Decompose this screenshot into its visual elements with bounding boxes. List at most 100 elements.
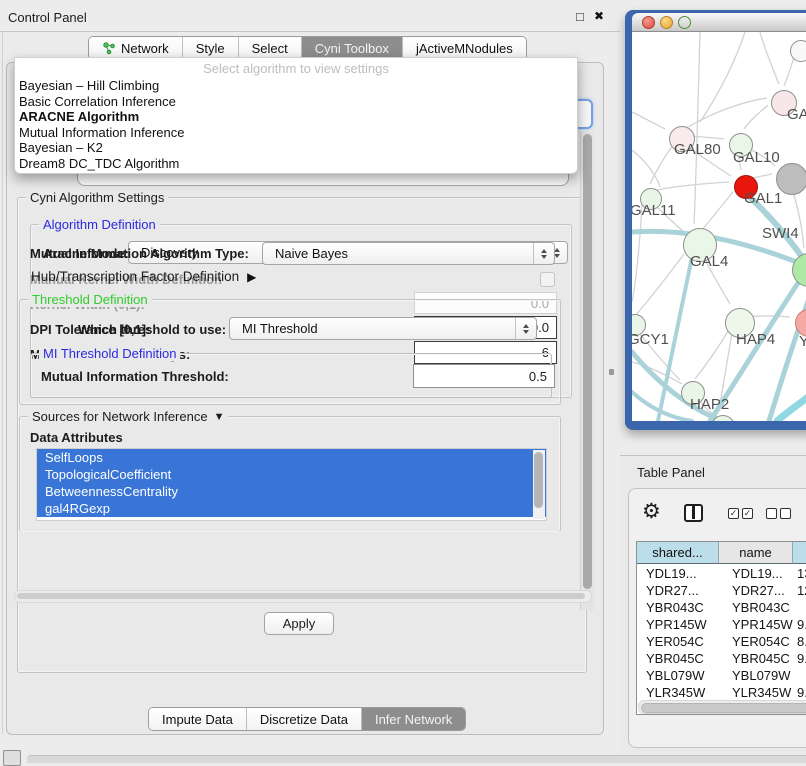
- node-table: shared... name YDL19... YDL19... 13 YDR2…: [636, 541, 806, 715]
- splitter-handle[interactable]: [609, 369, 614, 375]
- sources-title-row[interactable]: Sources for Network Inference ▼: [28, 409, 228, 424]
- hub-definition-row[interactable]: Hub/Transcription Factor Definition ▶: [31, 269, 256, 284]
- algorithm-option[interactable]: Bayesian – K2: [15, 140, 577, 156]
- left-edge-line: [2, 32, 3, 734]
- mi-threshold-field[interactable]: 0.5: [413, 364, 555, 388]
- algorithm-dropdown-popup: Select algorithm to view settings Bayesi…: [14, 57, 578, 174]
- list-item[interactable]: TopologicalCoefficient: [37, 466, 546, 483]
- tab-network-label: Network: [121, 41, 169, 56]
- table-row[interactable]: YDL19... YDL19... 13: [637, 565, 806, 582]
- threshold-definition-title: Threshold Definition: [28, 292, 152, 307]
- table-panel-title: Table Panel: [637, 465, 705, 480]
- algorithm-option[interactable]: Basic Correlation Inference: [15, 94, 577, 110]
- checked-columns-icon[interactable]: ✓✓: [728, 508, 753, 519]
- tab-discretize-data[interactable]: Discretize Data: [246, 708, 361, 730]
- which-threshold-label: Which threshold to use:: [78, 322, 226, 337]
- mi-threshold-label: Mutual Information Threshold:: [41, 369, 229, 384]
- mi-type-combo[interactable]: Naive Bayes: [262, 242, 555, 265]
- cyni-settings-title: Cyni Algorithm Settings: [26, 190, 168, 205]
- node-label: Y: [799, 333, 806, 350]
- node-label: GAL11: [632, 202, 676, 219]
- stepper-icon: [533, 243, 554, 264]
- mi-threshold-group: MI Threshold Definition Mutual Informati…: [30, 353, 552, 398]
- manual-kernel-checkbox[interactable]: [540, 272, 555, 287]
- tab-select[interactable]: Select: [238, 37, 301, 59]
- algorithm-option[interactable]: Dream8 DC_TDC Algorithm: [15, 156, 577, 172]
- table-panel-body: ⚙ ✓✓ shared... name: [628, 488, 806, 748]
- split-panel-icon[interactable]: [684, 504, 703, 522]
- node-label: GAL80: [674, 141, 721, 158]
- tab-impute-data[interactable]: Impute Data: [149, 708, 246, 730]
- column-header-shared[interactable]: shared...: [637, 542, 719, 564]
- tab-network[interactable]: Network: [89, 37, 182, 59]
- network-view-window: GAL GAL80 GAL10 GAL1 GAL11 SWI4 GAL4 GCY…: [625, 10, 806, 430]
- control-panel-titlebar: Control Panel □ ✖: [0, 6, 620, 32]
- data-attributes-label: Data Attributes: [30, 430, 123, 445]
- table-row[interactable]: YLR345W YLR345W 9.: [637, 684, 806, 701]
- tab-style[interactable]: Style: [182, 37, 238, 59]
- table-panel-section: Table Panel ⚙ ✓✓ shared... nam: [620, 455, 806, 763]
- table-row[interactable]: YBR043C YBR043C: [637, 599, 806, 616]
- algorithm-option[interactable]: Bayesian – Hill Climbing: [15, 78, 577, 94]
- sources-title: Sources for Network Inference: [32, 409, 208, 424]
- tab-jactivemnodules[interactable]: jActiveMNodules: [402, 37, 526, 59]
- close-traffic-light[interactable]: [642, 16, 655, 29]
- algorithm-option[interactable]: Mutual Information Inference: [15, 125, 577, 141]
- hub-definition-label: Hub/Transcription Factor Definition: [31, 269, 239, 284]
- stepper-icon: [515, 318, 536, 339]
- which-threshold-combo[interactable]: MI Threshold: [229, 317, 537, 340]
- table-rows: YDL19... YDL19... 13 YDR27... YDR27... 1…: [637, 565, 806, 715]
- bottom-left-box[interactable]: [3, 750, 21, 766]
- panel-title: Control Panel: [8, 10, 87, 25]
- mi-type-value: Naive Bayes: [275, 246, 348, 261]
- list-item[interactable]: gal4RGexp: [37, 500, 546, 517]
- node-label: HAP4: [736, 331, 775, 348]
- unchecked-columns-icon[interactable]: [766, 508, 791, 519]
- apply-button-label: Apply: [283, 616, 316, 631]
- mi-type-label: Mutual Information Algorithm Type:: [30, 246, 249, 261]
- algorithm-placeholder: Select algorithm to view settings: [15, 58, 577, 78]
- node-label: HAP2: [690, 396, 729, 413]
- list-vscrollbar[interactable]: [533, 450, 545, 519]
- list-item[interactable]: SelfLoops: [37, 449, 546, 466]
- threshold-definition-group: Threshold Definition Which threshold to …: [19, 299, 561, 405]
- node-label: GCY1: [632, 331, 669, 348]
- sources-group: Sources for Network Inference ▼ Data Att…: [19, 416, 561, 532]
- node-label: GAL: [787, 106, 806, 123]
- node-label: GAL1: [744, 190, 782, 207]
- network-window-titlebar[interactable]: [632, 13, 806, 32]
- which-threshold-value: MI Threshold: [242, 321, 318, 336]
- node-label: SWI4: [762, 225, 799, 242]
- settings-vscrollbar[interactable]: [580, 132, 594, 610]
- table-row[interactable]: YDR27... YDR27... 12: [637, 582, 806, 599]
- data-attributes-list[interactable]: SelfLoops TopologicalCoefficient Between…: [36, 448, 547, 521]
- table-row[interactable]: YER054C YER054C 8.: [637, 633, 806, 650]
- gene-node[interactable]: [790, 40, 806, 62]
- bottom-tabs: Impute Data Discretize Data Infer Networ…: [148, 707, 466, 731]
- expand-arrow-icon[interactable]: ▶: [247, 270, 256, 284]
- table-hscrollbar[interactable]: [638, 700, 806, 714]
- gear-icon[interactable]: ⚙: [642, 499, 661, 524]
- collapse-arrow-icon[interactable]: ▼: [214, 411, 225, 423]
- zoom-traffic-light[interactable]: [678, 16, 691, 29]
- tab-infer-network[interactable]: Infer Network: [361, 708, 465, 730]
- apply-button[interactable]: Apply: [264, 612, 334, 635]
- list-item[interactable]: BetweennessCentrality: [37, 483, 546, 500]
- node-label: GAL10: [733, 149, 780, 166]
- float-window-icon[interactable]: □: [576, 9, 584, 24]
- tab-cyni-toolbox[interactable]: Cyni Toolbox: [301, 37, 402, 59]
- table-row[interactable]: YPR145W YPR145W 9.: [637, 616, 806, 633]
- algorithm-definition-title: Algorithm Definition: [39, 217, 160, 232]
- close-window-icon[interactable]: ✖: [594, 9, 604, 23]
- minimize-traffic-light[interactable]: [660, 16, 673, 29]
- network-icon: [102, 41, 116, 55]
- column-header-name[interactable]: name: [719, 542, 793, 564]
- table-row[interactable]: YBL079W YBL079W: [637, 667, 806, 684]
- table-row[interactable]: YBR045C YBR045C 9.: [637, 650, 806, 667]
- mi-threshold-group-title: MI Threshold Definition: [39, 346, 180, 361]
- settings-hscrollbar[interactable]: [14, 590, 592, 603]
- column-header-partial[interactable]: [793, 542, 806, 564]
- table-toolbar: ⚙ ✓✓: [629, 497, 806, 533]
- network-canvas[interactable]: GAL GAL80 GAL10 GAL1 GAL11 SWI4 GAL4 GCY…: [632, 32, 806, 421]
- algorithm-option-selected[interactable]: ARACNE Algorithm: [15, 109, 577, 125]
